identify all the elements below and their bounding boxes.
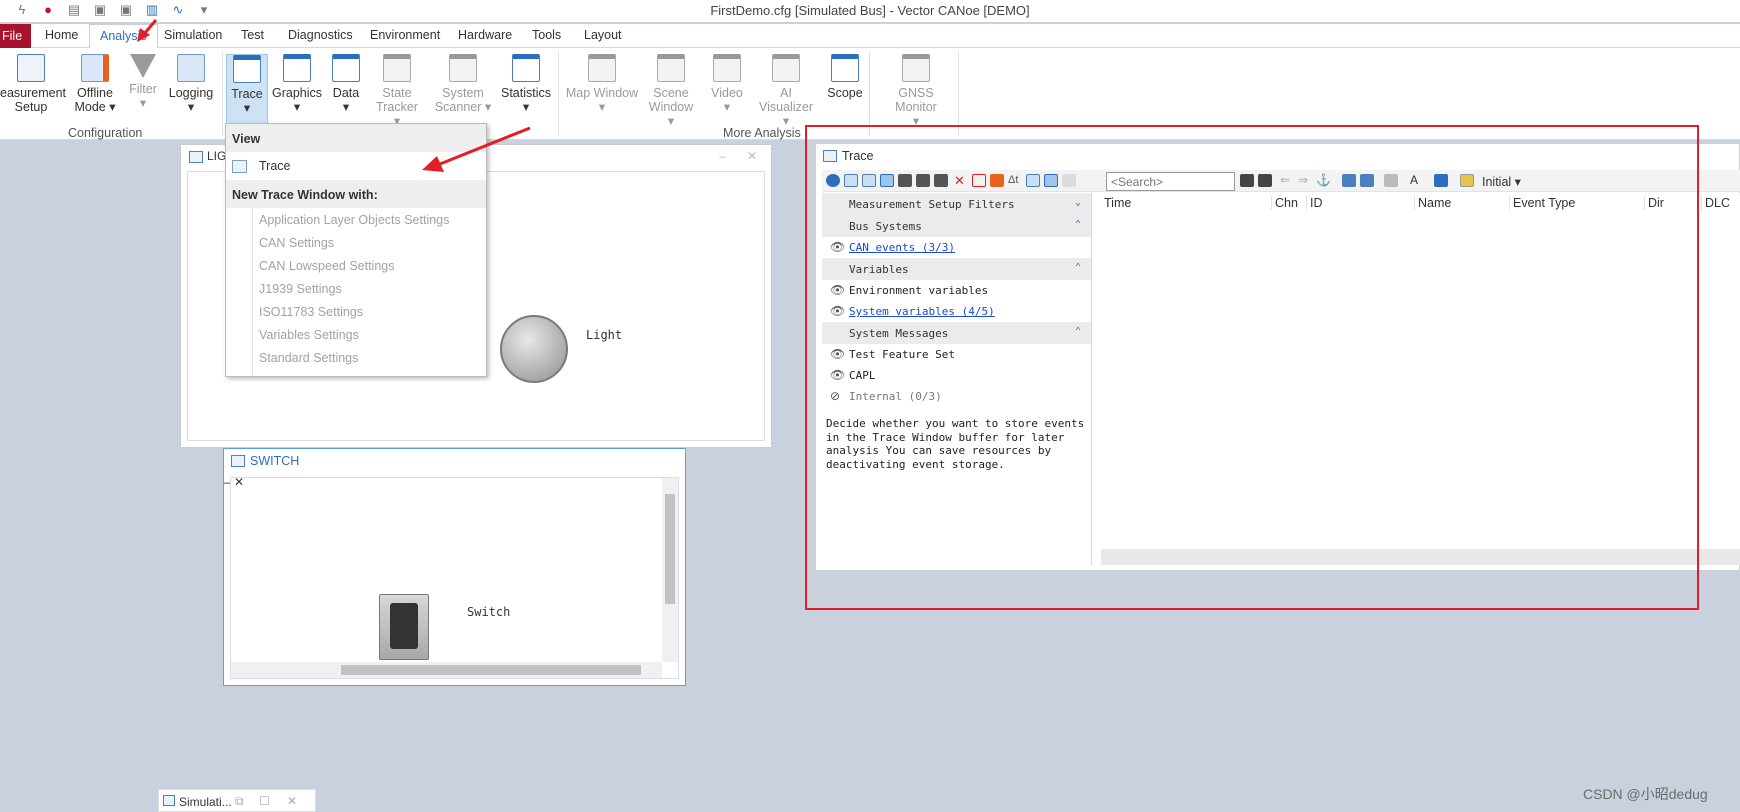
horizontal-scrollbar[interactable]: [231, 662, 662, 678]
light-label: Light: [586, 328, 623, 342]
simulation-setup-tab[interactable]: Simulati... ⧉ ☐ ✕: [158, 789, 316, 812]
dropdown-view-header: View: [226, 124, 486, 152]
data-icon: [332, 54, 360, 82]
data-button[interactable]: Data ▾: [330, 54, 362, 114]
group-configuration-label: Configuration: [68, 126, 143, 140]
scope-icon: [831, 54, 859, 82]
close-icon[interactable]: ✕: [287, 794, 297, 808]
state-tracker-button[interactable]: State Tracker ▾: [372, 54, 422, 128]
menu-item-iso11783-settings[interactable]: ISO11783 Settings: [226, 300, 486, 323]
tab-tools[interactable]: Tools: [532, 28, 561, 42]
gnss-monitor-icon: [902, 54, 930, 82]
ribbon-separator: [958, 52, 959, 136]
panel-icon: [231, 455, 245, 467]
ai-visualizer-icon: [772, 54, 800, 82]
vertical-scrollbar[interactable]: [662, 478, 678, 662]
ribbon-separator: [558, 52, 559, 136]
scroll-thumb[interactable]: [341, 665, 641, 675]
graphics-button[interactable]: Graphics ▾: [272, 54, 322, 114]
maximize-icon[interactable]: ☐: [259, 794, 270, 808]
minimize-icon[interactable]: –: [719, 149, 726, 163]
scope-button[interactable]: Scope: [826, 54, 864, 100]
trace-button[interactable]: Trace ▾: [226, 54, 268, 126]
tab-environment[interactable]: Environment: [370, 28, 440, 42]
tab-analysis[interactable]: Analysis: [89, 24, 158, 49]
ribbon-separator: [222, 52, 223, 136]
logging-button[interactable]: Logging ▾: [168, 54, 214, 114]
watermark: CSDN @小昭dedug: [1583, 786, 1708, 802]
logging-icon: [177, 54, 205, 82]
menu-item-can-lowspeed-settings[interactable]: CAN Lowspeed Settings: [226, 254, 486, 277]
scene-window-icon: [657, 54, 685, 82]
switch-toggle[interactable]: [379, 594, 429, 660]
map-window-button[interactable]: Map Window ▾: [565, 54, 639, 114]
window-title: FirstDemo.cfg [Simulated Bus] - Vector C…: [710, 3, 1030, 18]
switch-panel-window: SWITCH – ✕ Switch: [223, 448, 686, 686]
menu-item-trace[interactable]: Trace: [226, 152, 486, 180]
tab-layout[interactable]: Layout: [584, 28, 622, 42]
scroll-thumb[interactable]: [665, 494, 675, 604]
close-icon[interactable]: ✕: [747, 149, 757, 163]
title-bar: ϟ ● ▤ ▣ ▣ ▥ ∿ ▾ FirstDemo.cfg [Simulated…: [0, 0, 1740, 22]
switch-panel-body: Switch: [230, 477, 679, 679]
offline-mode-button[interactable]: Offline Mode ▾: [70, 54, 120, 114]
filter-icon: [130, 54, 156, 78]
video-button[interactable]: Video ▾: [707, 54, 747, 114]
trace-icon: [232, 160, 247, 173]
ai-visualizer-button[interactable]: AI Visualizer ▾: [753, 54, 819, 128]
tab-file[interactable]: File: [0, 24, 31, 48]
column-header-dlc[interactable]: DLC: [1701, 196, 1730, 210]
statistics-icon: [512, 54, 540, 82]
map-window-icon: [588, 54, 616, 82]
system-scanner-icon: [449, 54, 477, 82]
switch-label: Switch: [467, 605, 511, 619]
menu-item-standard-settings[interactable]: Standard Settings: [226, 346, 486, 369]
menu-item-j1939-settings[interactable]: J1939 Settings: [226, 277, 486, 300]
menu-item-can-settings[interactable]: CAN Settings: [226, 231, 486, 254]
switch-panel-title: SWITCH: [250, 454, 300, 468]
offline-mode-icon: [81, 54, 109, 82]
graphics-icon: [283, 54, 311, 82]
statistics-button[interactable]: Statistics ▾: [500, 54, 552, 114]
light-bulb-indicator: [500, 315, 568, 383]
filter-button[interactable]: Filter ▾: [128, 54, 158, 110]
tab-simulation[interactable]: Simulation: [164, 28, 222, 42]
state-tracker-icon: [383, 54, 411, 82]
dropdown-new-header: New Trace Window with:: [226, 180, 486, 208]
panel-icon: [189, 151, 203, 163]
simulation-icon: [163, 795, 175, 806]
restore-icon[interactable]: ⧉: [235, 794, 244, 809]
measurement-setup-icon: [17, 54, 45, 82]
ribbon-separator: [869, 52, 870, 136]
trace-dropdown-menu: View Trace New Trace Window with: Applic…: [225, 123, 487, 377]
menu-item-app-layer-settings[interactable]: Application Layer Objects Settings: [226, 208, 486, 231]
scene-window-button[interactable]: Scene Window ▾: [646, 54, 696, 128]
tab-home[interactable]: Home: [45, 28, 78, 42]
system-scanner-button[interactable]: System Scanner ▾: [434, 54, 492, 114]
video-icon: [713, 54, 741, 82]
group-more-analysis-label: More Analysis: [723, 126, 801, 140]
gnss-monitor-button[interactable]: GNSS Monitor ▾: [876, 54, 956, 128]
measurement-setup-button[interactable]: easurement Setup: [0, 54, 66, 114]
tab-hardware[interactable]: Hardware: [458, 28, 512, 42]
trace-icon: [233, 55, 261, 83]
menu-item-variables-settings[interactable]: Variables Settings: [226, 323, 486, 346]
tab-test[interactable]: Test: [241, 28, 264, 42]
menu-bar: File Home Analysis Simulation Test Diagn…: [0, 24, 1740, 49]
tab-diagnostics[interactable]: Diagnostics: [288, 28, 353, 42]
annotation-highlight-box: [805, 125, 1699, 610]
